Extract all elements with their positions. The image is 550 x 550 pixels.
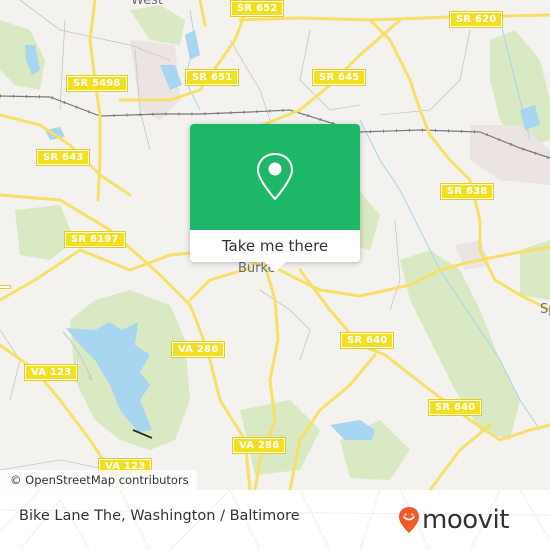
popup-header <box>190 124 360 230</box>
road-shield-va286-a: VA 286 <box>170 341 226 358</box>
moovit-wordmark: moovit <box>422 505 509 535</box>
road-shield-va286-b: VA 286 <box>231 437 287 454</box>
road-shield-sr645: SR 645 <box>311 69 367 86</box>
road-shield-sr620: SR 620 <box>448 11 504 28</box>
map-pin-icon <box>256 152 294 201</box>
location-popup: Take me there <box>190 124 360 272</box>
map-view[interactable]: West Burke Sp SR 652 SR 620 SR 5498 SR 6… <box>0 0 550 490</box>
location-title: Bike Lane The, Washington / Baltimore <box>19 508 300 524</box>
road-shield-sr638: SR 638 <box>439 183 495 200</box>
road-shield-va123-a: VA 123 <box>23 364 79 381</box>
road-shield-partial <box>0 285 11 289</box>
road-shield-sr640-a: SR 640 <box>339 332 395 349</box>
road-shield-sr640-b: SR 640 <box>427 399 483 416</box>
popup-pointer <box>264 262 286 272</box>
place-label-west: West <box>131 0 163 8</box>
map-attribution[interactable]: © OpenStreetMap contributors <box>0 470 197 490</box>
moovit-logo[interactable]: moovit <box>398 502 509 538</box>
take-me-there-button[interactable]: Take me there <box>190 230 360 262</box>
road-shield-sr643: SR 643 <box>35 149 91 166</box>
road-shield-sr652: SR 652 <box>229 0 285 17</box>
place-label-sp: Sp <box>540 302 550 317</box>
road-shield-sr5498: SR 5498 <box>66 75 128 92</box>
road-shield-sr6197: SR 6197 <box>64 231 126 248</box>
road-shield-sr651: SR 651 <box>184 69 240 86</box>
footer-bar: Bike Lane The, Washington / Baltimore mo… <box>0 490 550 550</box>
moovit-pin-icon <box>399 507 419 533</box>
